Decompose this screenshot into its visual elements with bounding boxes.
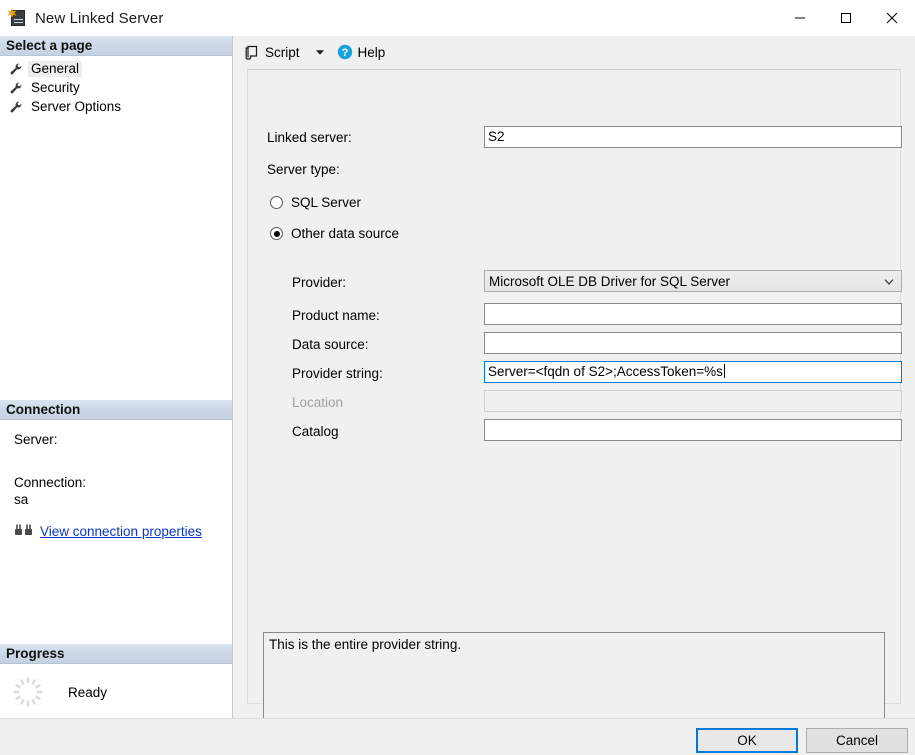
spinner-icon [13,677,43,707]
description-text: This is the entire provider string. [269,637,462,652]
catalog-label: Catalog [292,423,339,439]
provider-string-label: Provider string: [292,365,383,381]
ok-button-label: OK [737,733,757,748]
window-title: New Linked Server [35,9,164,27]
connection-header: Connection [0,400,232,420]
left-panel: Select a page General Security Server Op… [0,36,233,718]
sidebar-item-label: Security [31,79,80,95]
sidebar-item-server-options[interactable]: Server Options [0,97,232,116]
sidebar-item-security[interactable]: Security [0,78,232,97]
script-button[interactable]: Script [242,41,303,63]
cancel-button-label: Cancel [835,733,879,748]
chevron-down-icon [315,50,324,55]
radio-other-data-source-label: Other data source [291,226,400,241]
radio-sql-server-control[interactable] [270,196,283,209]
help-button[interactable]: ? Help [334,41,389,63]
data-source-label: Data source: [292,336,369,352]
general-page-content: Linked server: S2 Server type: SQL Serve… [247,69,902,732]
catalog-label-row: Catalog [292,420,339,442]
provider-select[interactable]: Microsoft OLE DB Driver for SQL Server [484,270,902,292]
description-box: This is the entire provider string. [263,632,885,732]
svg-text:?: ? [341,47,348,59]
connection-user-label: Connection: [14,475,87,490]
minimize-icon[interactable] [777,0,823,36]
cancel-button[interactable]: Cancel [806,728,908,753]
connection-server-label: Server: [14,432,58,447]
new-linked-server-icon [7,8,27,28]
help-circle-icon: ? [337,44,352,60]
product-name-label-row: Product name: [292,304,380,326]
plug-icon [15,524,32,535]
help-button-label: Help [357,44,386,60]
linked-server-value: S2 [488,129,505,144]
script-icon [245,45,258,60]
page-list: General Security Server Options [0,56,232,116]
location-label: Location [292,394,344,410]
provider-value: Microsoft OLE DB Driver for SQL Server [489,273,731,289]
close-icon[interactable] [869,0,915,36]
window-controls [777,0,915,36]
connection-user-value: sa [14,492,29,507]
wrench-icon [10,101,22,112]
progress-status: Ready [68,684,108,700]
linked-server-label: Linked server: [267,129,352,145]
title-bar: New Linked Server [0,0,915,36]
location-input [484,390,902,412]
view-connection-properties-link[interactable]: View connection properties [40,524,202,539]
progress-panel: Progress Ready [0,644,232,708]
product-name-input[interactable] [484,303,902,325]
catalog-input[interactable] [484,419,902,441]
dialog-footer: OK Cancel [0,718,915,755]
wrench-icon [10,63,22,74]
script-button-label: Script [265,44,300,60]
radio-other-data-source[interactable]: Other data source [270,226,399,241]
server-type-label: Server type: [267,161,340,177]
linked-server-input[interactable]: S2 [484,126,902,148]
select-a-page-header: Select a page [0,36,232,56]
sidebar-item-general[interactable]: General [0,59,232,78]
location-label-row: Location [292,391,343,413]
data-source-input[interactable] [484,332,902,354]
radio-sql-server-label: SQL Server [291,195,362,210]
right-panel: Script ? Help Linked server: S2 Server t… [233,36,915,732]
provider-string-input[interactable]: Server=<fqdn of S2>;AccessToken=%s [484,361,902,383]
sidebar-item-label: General [28,60,83,77]
ok-button[interactable]: OK [696,728,798,753]
provider-string-value: Server=<fqdn of S2>;AccessToken=%s [488,364,723,379]
radio-sql-server[interactable]: SQL Server [270,195,361,210]
text-cursor [723,364,725,378]
wrench-icon [10,82,22,93]
maximize-icon[interactable] [823,0,869,36]
data-source-label-row: Data source: [292,333,369,355]
dialog-toolbar: Script ? Help [233,36,915,68]
connection-panel: Connection Server: Connection: sa View c… [0,400,232,539]
server-type-label-row: Server type: [267,158,340,180]
script-dropdown-button[interactable] [303,41,330,63]
chevron-down-icon [884,279,894,285]
provider-label-row: Provider: [292,271,346,293]
progress-header: Progress [0,644,232,664]
provider-string-label-row: Provider string: [292,362,383,384]
provider-label: Provider: [292,274,347,290]
radio-other-data-source-control[interactable] [270,227,283,240]
sidebar-item-label: Server Options [31,98,122,114]
linked-server-label-row: Linked server: [267,126,352,148]
product-name-label: Product name: [292,307,380,323]
